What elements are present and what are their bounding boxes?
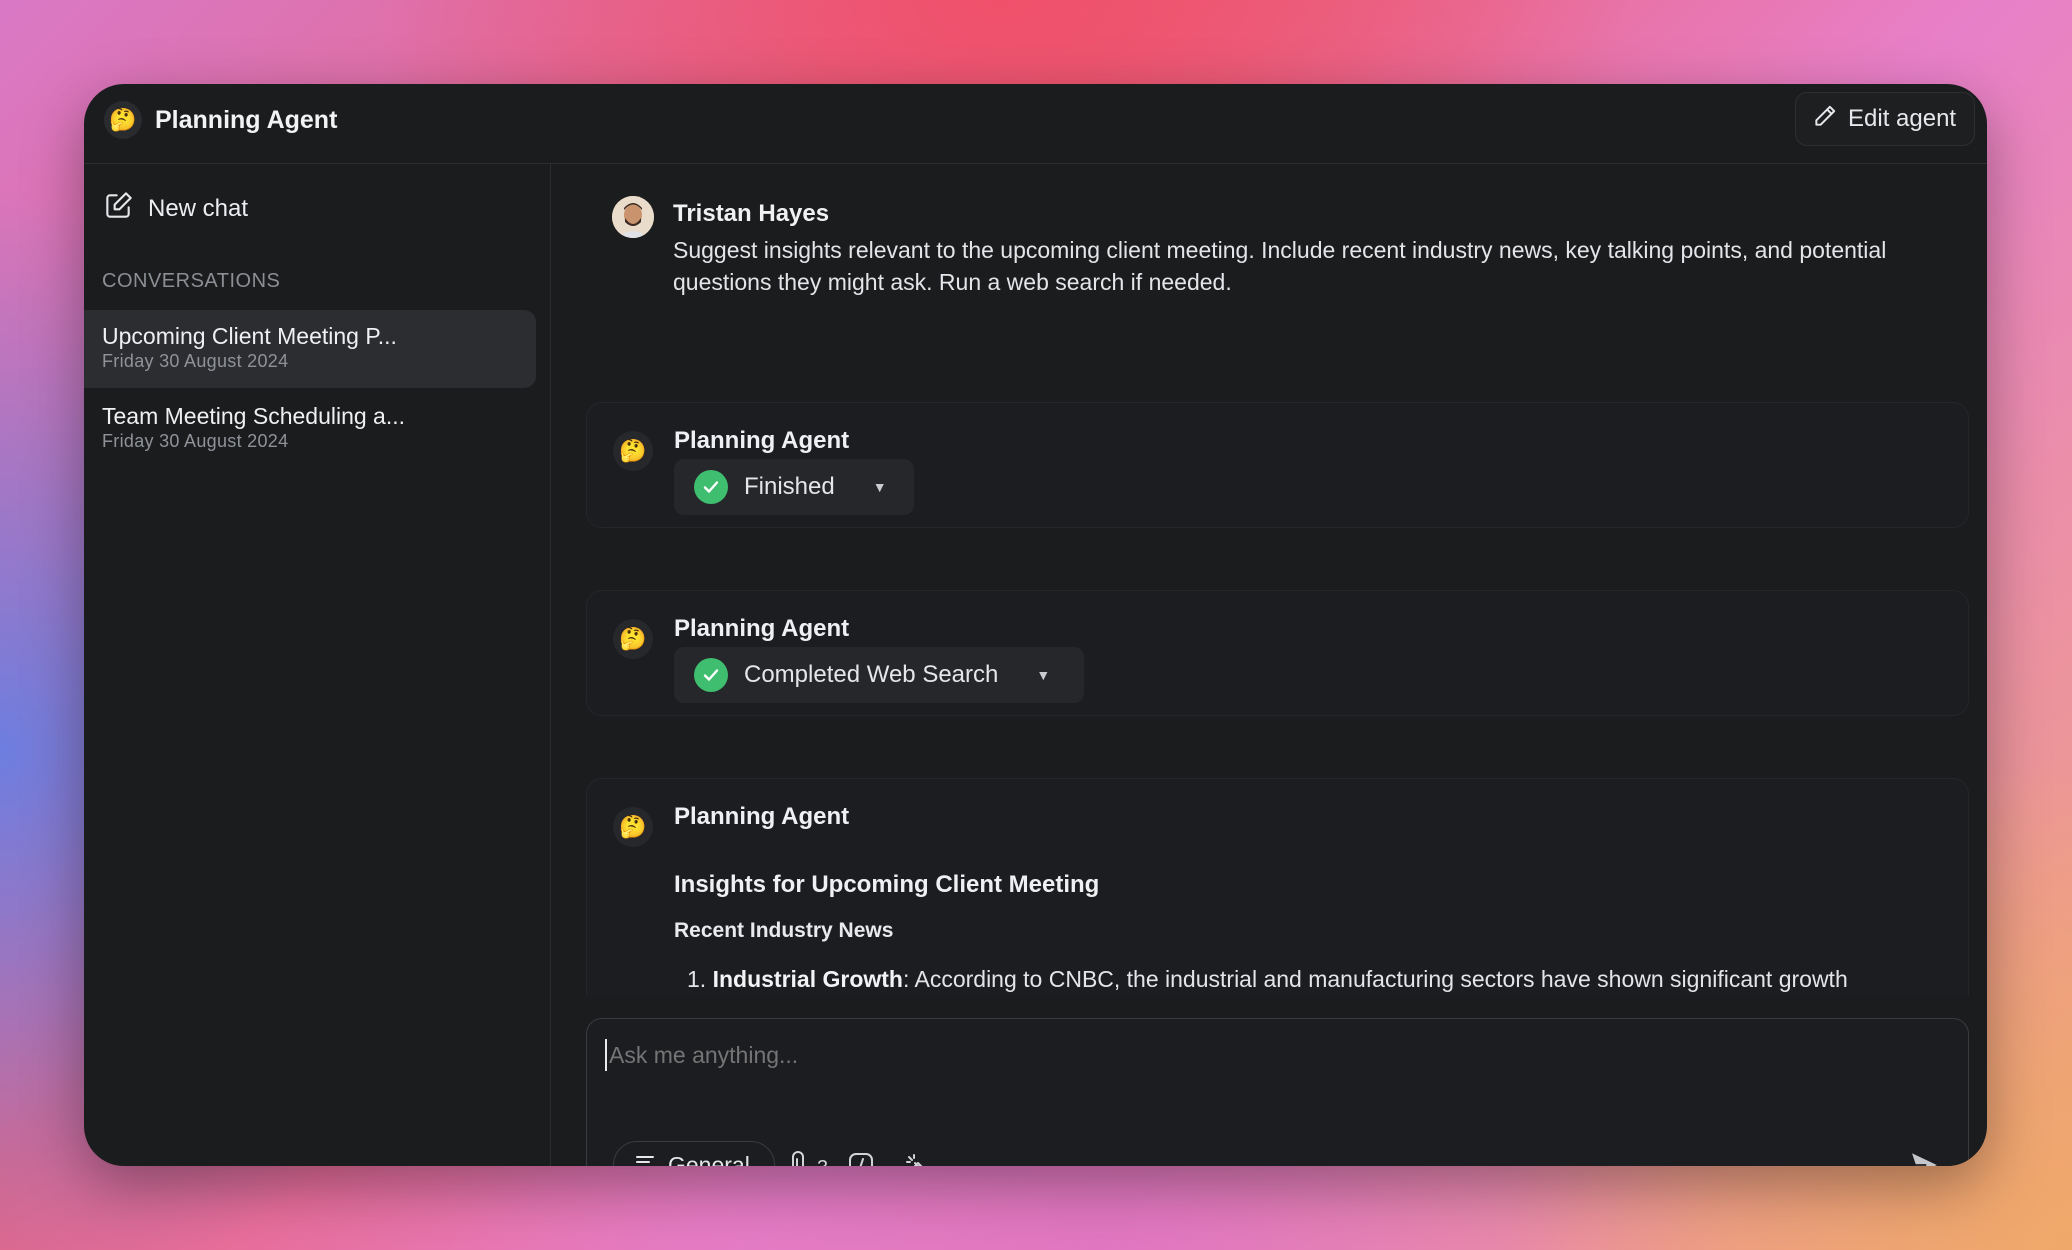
new-chat-label: New chat	[148, 195, 249, 222]
message-author: Planning Agent	[674, 615, 850, 642]
list-item-number: 1.	[687, 966, 707, 992]
conversation-title: Upcoming Client Meeting P...	[102, 323, 397, 349]
agent-message: 🤔 Planning Agent Insights for Upcoming C…	[586, 778, 1969, 996]
caret-down-icon: ▼	[1036, 667, 1051, 683]
message-composer: General 3	[586, 1018, 1969, 1166]
attachment-count: 3	[817, 1157, 828, 1167]
agent-avatar-icon: 🤔	[613, 619, 653, 659]
conversation-item[interactable]: Upcoming Client Meeting P... Friday 30 A…	[84, 310, 536, 388]
agent-avatar-icon: 🤔	[104, 101, 142, 139]
conversation-date: Friday 30 August 2024	[102, 351, 289, 371]
insights-subheading: Recent Industry News	[674, 919, 894, 942]
message-text: Suggest insights relevant to the upcomin…	[673, 237, 1887, 295]
agent-message: 🤔 Planning Agent Finished ▼	[586, 402, 1969, 528]
message-author: Planning Agent	[674, 803, 850, 830]
status-dropdown[interactable]: Finished ▼	[674, 459, 914, 515]
sidebar: New chat CONVERSATIONS Upcoming Client M…	[84, 164, 551, 1166]
message-author: Planning Agent	[674, 427, 850, 454]
status-label: Completed Web Search	[744, 661, 999, 688]
check-icon	[694, 658, 728, 692]
attachments-button[interactable]: 3	[789, 1151, 828, 1166]
compose-icon	[102, 190, 134, 229]
conversation-date: Friday 30 August 2024	[102, 431, 289, 451]
list-item-text: : According to CNBC, the industrial and …	[902, 966, 1848, 992]
title-bar: 🤔 Planning Agent Edit agent	[84, 84, 1987, 164]
sparkle-tool-icon	[903, 1151, 931, 1166]
edit-agent-button[interactable]: Edit agent	[1795, 92, 1975, 146]
pencil-icon	[1812, 103, 1838, 136]
lines-icon	[634, 1151, 656, 1166]
insights-heading: Insights for Upcoming Client Meeting	[674, 871, 1100, 898]
new-chat-button[interactable]: New chat	[102, 190, 248, 228]
message-input[interactable]	[605, 1039, 1905, 1071]
edit-agent-label: Edit agent	[1848, 105, 1957, 132]
agent-message: 🤔 Planning Agent Completed Web Search ▼	[586, 590, 1969, 716]
list-item-bold: Industrial Growth	[712, 966, 903, 992]
agent-emoji: 🤔	[619, 626, 647, 651]
agent-emoji: 🤔	[619, 814, 647, 839]
avatar	[612, 196, 654, 238]
send-button[interactable]	[1906, 1147, 1942, 1166]
check-icon	[694, 470, 728, 504]
list-item: 1. Industrial Growth: According to CNBC,…	[687, 963, 1987, 995]
mode-selector-button[interactable]: General	[613, 1141, 775, 1166]
app-title: Planning Agent	[155, 106, 338, 134]
status-label: Finished	[744, 473, 835, 500]
tools-button[interactable]	[903, 1151, 931, 1166]
message-list[interactable]: Tristan Hayes Suggest insights relevant …	[552, 164, 1987, 996]
agent-emoji: 🤔	[109, 107, 137, 132]
app-window: 🤔 Planning Agent Edit agent New chat CON…	[84, 84, 1987, 1166]
message-author: Tristan Hayes	[673, 200, 830, 227]
conversation-title: Team Meeting Scheduling a...	[102, 403, 406, 429]
mode-label: General	[668, 1151, 750, 1167]
chat-panel: Tristan Hayes Suggest insights relevant …	[552, 164, 1987, 1166]
agent-emoji: 🤔	[619, 438, 647, 463]
caret-down-icon: ▼	[872, 479, 887, 495]
agent-avatar-icon: 🤔	[613, 807, 653, 847]
conversation-item[interactable]: Team Meeting Scheduling a... Friday 30 A…	[84, 390, 536, 468]
status-dropdown[interactable]: Completed Web Search ▼	[674, 647, 1084, 703]
agent-avatar-icon: 🤔	[613, 431, 653, 471]
commands-button[interactable]	[847, 1151, 875, 1166]
slash-command-icon	[847, 1151, 875, 1166]
conversations-heading: CONVERSATIONS	[102, 270, 281, 292]
paperclip-icon	[789, 1151, 811, 1166]
